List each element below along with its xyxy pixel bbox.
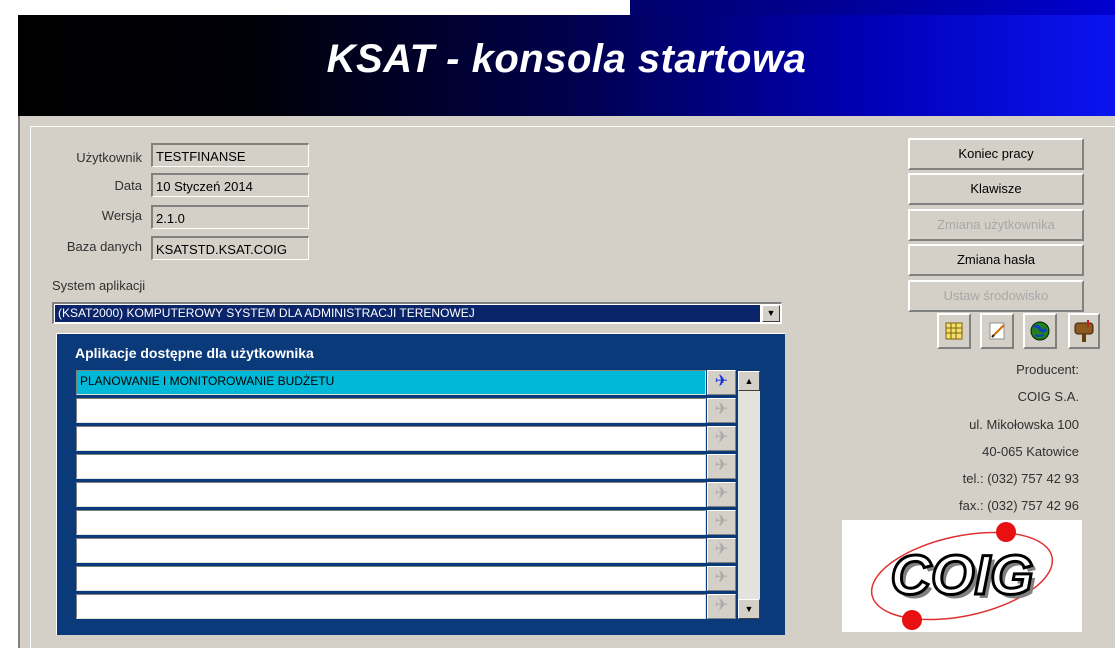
top-strip-blue (630, 0, 1115, 15)
end-work-button[interactable]: Koniec pracy (908, 138, 1084, 170)
set-environment-button[interactable]: Ustaw środowisko (908, 280, 1084, 312)
user-label: Użytkownik (76, 150, 142, 165)
date-label: Data (114, 178, 142, 193)
pencil-icon (989, 322, 1005, 340)
scroll-down-icon[interactable]: ▼ (738, 599, 760, 619)
app-row-4[interactable] (76, 454, 706, 479)
coig-logo: COIG COIG (842, 520, 1082, 632)
globe-icon (1030, 321, 1050, 341)
mailbox-button[interactable] (1068, 313, 1100, 349)
run-app-icon[interactable]: ✈ (707, 566, 736, 591)
producer-tel: tel.: (032) 757 42 93 (962, 471, 1079, 486)
notepad-button[interactable] (980, 313, 1014, 349)
run-app-icon[interactable]: ✈ (707, 594, 736, 619)
run-app-icon[interactable]: ✈ (707, 454, 736, 479)
scroll-up-icon[interactable]: ▲ (738, 371, 760, 391)
coig-logo-icon: COIG COIG (870, 522, 1054, 630)
calendar-icon (945, 322, 963, 340)
globe-button[interactable] (1023, 313, 1057, 349)
producer-name: COIG S.A. (1017, 389, 1079, 404)
applications-title: Aplikacje dostępne dla użytkownika (75, 345, 314, 361)
app-row-3[interactable] (76, 426, 706, 451)
version-field: 2.1.0 (151, 205, 309, 229)
producer-street: ul. Mikołowska 100 (969, 417, 1079, 432)
app-row-9[interactable] (76, 594, 706, 619)
date-field: 10 Styczeń 2014 (151, 173, 309, 197)
user-field: TESTFINANSE (151, 143, 309, 167)
header-banner: KSAT - konsola startowa (18, 15, 1115, 116)
applications-panel: Aplikacje dostępne dla użytkownika PLANO… (56, 333, 785, 635)
calendar-button[interactable] (937, 313, 971, 349)
applications-scrollbar[interactable]: ▲ ▼ (738, 371, 760, 619)
app-title: KSAT - konsola startowa (326, 37, 807, 81)
top-strip (0, 0, 630, 15)
svg-text:COIG: COIG (890, 543, 1033, 606)
run-app-icon[interactable]: ✈ (707, 370, 736, 395)
producer-fax: fax.: (032) 757 42 96 (959, 498, 1079, 513)
producer-panel: Producent: COIG S.A. ul. Mikołowska 100 … (838, 360, 1085, 635)
database-label: Baza danych (66, 239, 142, 254)
database-field: KSATSTD.KSAT.COIG (151, 236, 309, 260)
run-app-icon[interactable]: ✈ (707, 482, 736, 507)
system-select[interactable]: (KSAT2000) KOMPUTEROWY SYSTEM DLA ADMINI… (52, 302, 782, 324)
app-row-8[interactable] (76, 566, 706, 591)
keys-button[interactable]: Klawisze (908, 173, 1084, 205)
change-password-button[interactable]: Zmiana hasła (908, 244, 1084, 276)
system-label: System aplikacji (52, 278, 146, 293)
mailbox-icon (1074, 320, 1094, 342)
app-row-5[interactable] (76, 482, 706, 507)
version-label: Wersja (101, 208, 142, 223)
run-app-icon[interactable]: ✈ (707, 426, 736, 451)
system-select-value: (KSAT2000) KOMPUTEROWY SYSTEM DLA ADMINI… (55, 305, 760, 322)
run-app-icon[interactable]: ✈ (707, 538, 736, 563)
dropdown-arrow-icon[interactable]: ▼ (762, 305, 780, 322)
run-app-icon[interactable]: ✈ (707, 398, 736, 423)
producer-label: Producent: (1016, 362, 1079, 377)
app-row-1[interactable]: PLANOWANIE I MONITOROWANIE BUDŻETU (76, 370, 706, 395)
app-row-6[interactable] (76, 510, 706, 535)
producer-city: 40-065 Katowice (982, 444, 1079, 459)
run-app-icon[interactable]: ✈ (707, 510, 736, 535)
app-row-2[interactable] (76, 398, 706, 423)
change-user-button[interactable]: Zmiana użytkownika (908, 209, 1084, 241)
app-row-7[interactable] (76, 538, 706, 563)
